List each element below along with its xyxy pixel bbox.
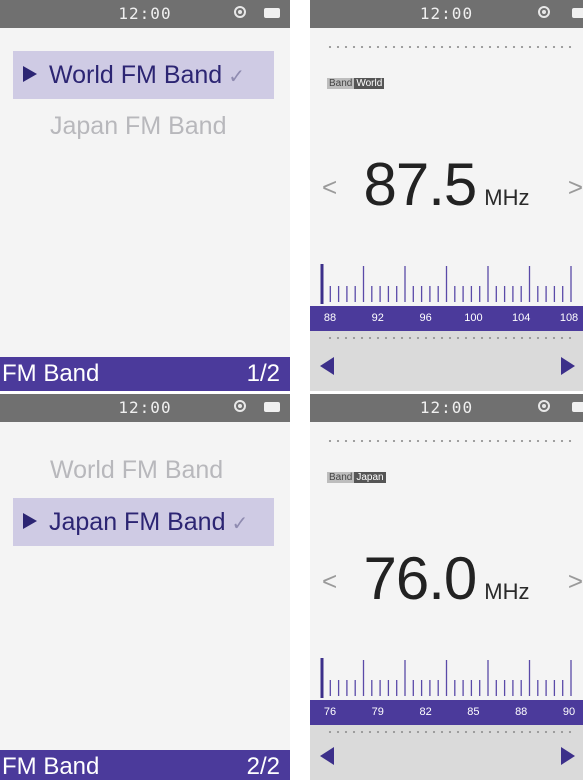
dotted-divider: [326, 440, 575, 442]
scale-label: 82: [419, 706, 432, 718]
band-menu-screen-1: 12:00 World FM Band ✓ Japan FM Band FM Ba…: [0, 0, 290, 391]
scale-ticks: [320, 264, 572, 304]
radio-screen-japan: 12:00 Band Japan < 76.0 MHz > 76 79 82 85 …: [310, 394, 583, 780]
scale-label: 85: [467, 706, 480, 718]
scale-label: 76: [323, 706, 337, 718]
gear-icon: [234, 6, 246, 18]
scale-label-bar: 76 79 82 85 88 90: [310, 700, 583, 725]
scale-label: 100: [464, 312, 483, 324]
status-bar: 12:00: [310, 0, 583, 28]
scale-label: 92: [371, 312, 384, 324]
scale-label: 108: [559, 312, 579, 324]
gear-icon: [538, 400, 550, 412]
scale-ticks: [320, 658, 572, 698]
frequency-value: 87.5: [363, 151, 478, 218]
dotted-divider: [326, 731, 575, 733]
menu-item-label: Japan FM Band: [50, 112, 227, 140]
dotted-divider: [326, 337, 575, 339]
next-station-chevron-icon[interactable]: >: [568, 568, 583, 594]
tuning-needle[interactable]: [320, 264, 324, 304]
status-bar: 12:00: [0, 394, 290, 422]
menu-footer: FM Band 2/2: [0, 750, 290, 780]
scale-label: 88: [323, 312, 337, 324]
frequency-scale[interactable]: [310, 656, 583, 700]
seek-forward-arrow-icon[interactable]: [561, 357, 575, 375]
scale-label-bar: 88 92 96 100 104 108: [310, 306, 583, 331]
gear-icon: [234, 400, 246, 412]
clock: 12:00: [118, 398, 172, 417]
menu-title: FM Band: [2, 360, 100, 387]
scale-label: 79: [371, 706, 384, 718]
band-value: World: [354, 78, 385, 89]
scale-label: 88: [515, 706, 528, 718]
band-key: Band: [327, 78, 355, 89]
clock: 12:00: [118, 4, 172, 23]
frequency-unit: MHz: [484, 579, 530, 604]
seek-back-arrow-icon[interactable]: [320, 357, 334, 375]
dotted-divider: [326, 46, 575, 48]
scale-label: 96: [419, 312, 432, 324]
page-indicator: 1/2: [246, 360, 280, 387]
battery-icon: [572, 402, 583, 412]
menu-item-world-fm-band[interactable]: World FM Band: [13, 446, 274, 494]
check-icon: ✓: [228, 66, 245, 88]
scale-label: 90: [562, 706, 576, 718]
menu-item-label: Japan FM Band: [49, 508, 226, 536]
menu-title: FM Band: [2, 753, 100, 780]
band-badge: Band Japan: [327, 470, 386, 486]
band-value: Japan: [354, 472, 386, 483]
frequency-display: 76.0 MHz: [310, 544, 583, 613]
menu-item-japan-fm-band[interactable]: Japan FM Band ✓: [13, 498, 274, 546]
frequency-display: 87.5 MHz: [310, 150, 583, 219]
page-indicator: 2/2: [246, 753, 280, 780]
scale-label: 104: [512, 312, 531, 324]
seek-controls: [310, 725, 583, 780]
battery-icon: [264, 402, 280, 412]
frequency-value: 76.0: [363, 545, 478, 612]
play-arrow-icon: [23, 66, 37, 83]
next-station-chevron-icon[interactable]: >: [568, 174, 583, 200]
band-key: Band: [327, 472, 355, 483]
radio-screen-world: 12:00 Band World < 87.5 MHz > 88 92 96 100…: [310, 0, 583, 391]
band-menu-screen-2: 12:00 World FM Band Japan FM Band ✓ FM Ba…: [0, 394, 290, 780]
frequency-scale[interactable]: [310, 262, 583, 306]
menu-item-world-fm-band[interactable]: World FM Band ✓: [13, 51, 274, 99]
gear-icon: [538, 6, 550, 18]
frequency-unit: MHz: [484, 185, 530, 210]
menu-item-japan-fm-band[interactable]: Japan FM Band: [13, 102, 274, 150]
status-bar: 12:00: [0, 0, 290, 28]
seek-back-arrow-icon[interactable]: [320, 747, 334, 765]
status-bar: 12:00: [310, 394, 583, 422]
check-icon: ✓: [231, 513, 249, 535]
seek-controls: [310, 331, 583, 391]
band-badge: Band World: [327, 76, 385, 92]
menu-item-label: World FM Band: [49, 61, 223, 89]
battery-icon: [264, 8, 280, 18]
menu-item-label: World FM Band: [50, 456, 224, 484]
play-arrow-icon: [23, 513, 37, 530]
menu-footer: FM Band 1/2: [0, 357, 290, 391]
seek-forward-arrow-icon[interactable]: [561, 747, 575, 765]
battery-icon: [572, 8, 583, 18]
tuning-needle[interactable]: [320, 658, 324, 698]
